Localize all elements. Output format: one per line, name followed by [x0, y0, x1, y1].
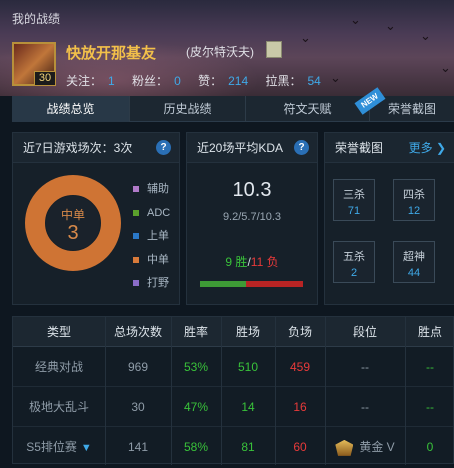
player-nickname: 快放开那基友: [66, 45, 157, 62]
glory-title: 荣誉截图 更多 ❯: [325, 133, 454, 163]
ranked-type-cell[interactable]: S5排位赛 ▼: [13, 428, 105, 467]
legend-swatch: [133, 186, 139, 193]
tab-history[interactable]: 历史战绩: [130, 96, 246, 122]
legend-swatch: [133, 209, 139, 216]
glory-quadra-kill[interactable]: 四杀 12: [393, 179, 435, 221]
donut-center-count: 3: [67, 222, 78, 244]
tier-cell: 黄金 V: [325, 428, 405, 467]
gold-tier-icon: [335, 439, 354, 456]
column-header: 总场次数: [113, 325, 162, 339]
legend-swatch: [133, 233, 139, 240]
win-loss-bar: [200, 281, 303, 287]
follow-count[interactable]: 1: [108, 74, 115, 88]
blacklist-label: 拉黑：: [265, 74, 302, 88]
legend-item: 打野: [133, 275, 170, 299]
recent-games-title: 近7日游戏场次：3次 ?: [13, 133, 179, 163]
legend-item: 上单: [133, 228, 170, 252]
blacklist-count[interactable]: 54: [308, 74, 321, 88]
column-header: 胜率: [183, 325, 208, 339]
table-row: S5排位赛 ▼ 141 58% 81 60 黄金 V 0: [13, 428, 453, 467]
column-divider: [405, 317, 406, 465]
tab-runes[interactable]: 符文天赋: [246, 96, 370, 122]
column-divider: [105, 317, 106, 465]
legend-item: 辅助: [133, 181, 170, 205]
stats-table: 类型 总场次数 胜率 胜场 负场 段位 胜点 经典对战 969 53% 510 …: [12, 316, 454, 467]
profile-banner: ⌄ ⌄ ⌄ ⌄ ⌄ ⌄ 我的战绩 30 快放开那基友 (皮尔特沃夫) 关注： 1 …: [0, 0, 454, 96]
column-divider: [221, 317, 222, 465]
legend-swatch: [133, 256, 139, 263]
column-header: 胜场: [235, 325, 260, 339]
tab-bar: 战绩总览 历史战绩 符文天赋 荣誉截图 NEW: [12, 87, 454, 122]
chevron-down-icon[interactable]: ▼: [81, 442, 92, 454]
win-bar-fill: [200, 281, 247, 287]
bird-decoration-icon: ⌄: [420, 28, 431, 43]
recent-games-panel: 近7日游戏场次：3次 ? 中单 3 辅助 ADC 上单 中单 打野: [12, 132, 180, 305]
column-divider: [325, 317, 326, 465]
help-icon[interactable]: ?: [294, 140, 309, 155]
legend-swatch: [133, 280, 139, 287]
kda-value: 10.3: [232, 179, 272, 201]
social-stats: 关注： 1 粉丝： 0 赞： 214 拉黑： 54: [66, 72, 335, 89]
column-divider: [275, 317, 276, 465]
table-header: 类型 总场次数 胜率 胜场 负场 段位 胜点: [13, 317, 453, 347]
legend-item: 中单: [133, 252, 170, 276]
kda-panel: 近20场平均KDA ? 10.3 9.2/5.7/10.3 9 胜/11 负: [186, 132, 318, 305]
table-row: 极地大乱斗 30 47% 14 16 -- --: [13, 388, 453, 427]
legend-item: ADC: [133, 205, 170, 229]
avatar[interactable]: 30: [12, 42, 56, 86]
column-divider: [171, 317, 172, 465]
glory-penta-kill[interactable]: 五杀 2: [333, 241, 375, 283]
glory-triple-kill[interactable]: 三杀 71: [333, 179, 375, 221]
kda-detail: 9.2/5.7/10.3: [222, 211, 282, 223]
column-header: 段位: [352, 325, 377, 339]
help-icon[interactable]: ?: [156, 140, 171, 155]
tab-overview[interactable]: 战绩总览: [12, 96, 130, 122]
more-link[interactable]: 更多 ❯: [409, 133, 446, 163]
glory-legendary[interactable]: 超神 44: [393, 241, 435, 283]
table-row: 经典对战 969 53% 510 459 -- --: [13, 348, 453, 387]
level-badge: 30: [34, 71, 56, 86]
bird-decoration-icon: ⌄: [385, 18, 396, 33]
win-loss-text: 9 胜/11 负: [225, 255, 279, 269]
fans-label: 粉丝：: [132, 74, 169, 88]
column-header: 胜点: [417, 325, 442, 339]
position-donut-chart: 中单 3: [25, 175, 121, 271]
kda-title: 近20场平均KDA ?: [187, 133, 317, 163]
column-header: 负场: [287, 325, 312, 339]
rank-emblem-icon: [266, 41, 282, 58]
server-name: (皮尔特沃夫): [186, 45, 254, 59]
page-title: 我的战绩: [12, 12, 61, 26]
fans-count[interactable]: 0: [174, 74, 181, 88]
bird-decoration-icon: ⌄: [350, 12, 361, 27]
likes-label: 赞：: [198, 74, 223, 88]
donut-center-label: 中单: [61, 207, 85, 222]
position-legend: 辅助 ADC 上单 中单 打野: [133, 181, 170, 299]
bird-decoration-icon: ⌄: [440, 60, 451, 75]
bird-decoration-icon: ⌄: [300, 30, 311, 45]
follow-label: 关注：: [66, 74, 103, 88]
glory-panel: 荣誉截图 更多 ❯ 三杀 71 四杀 12 五杀 2 超神 44: [324, 132, 454, 305]
column-header: 类型: [46, 325, 71, 339]
likes-count[interactable]: 214: [228, 74, 248, 88]
